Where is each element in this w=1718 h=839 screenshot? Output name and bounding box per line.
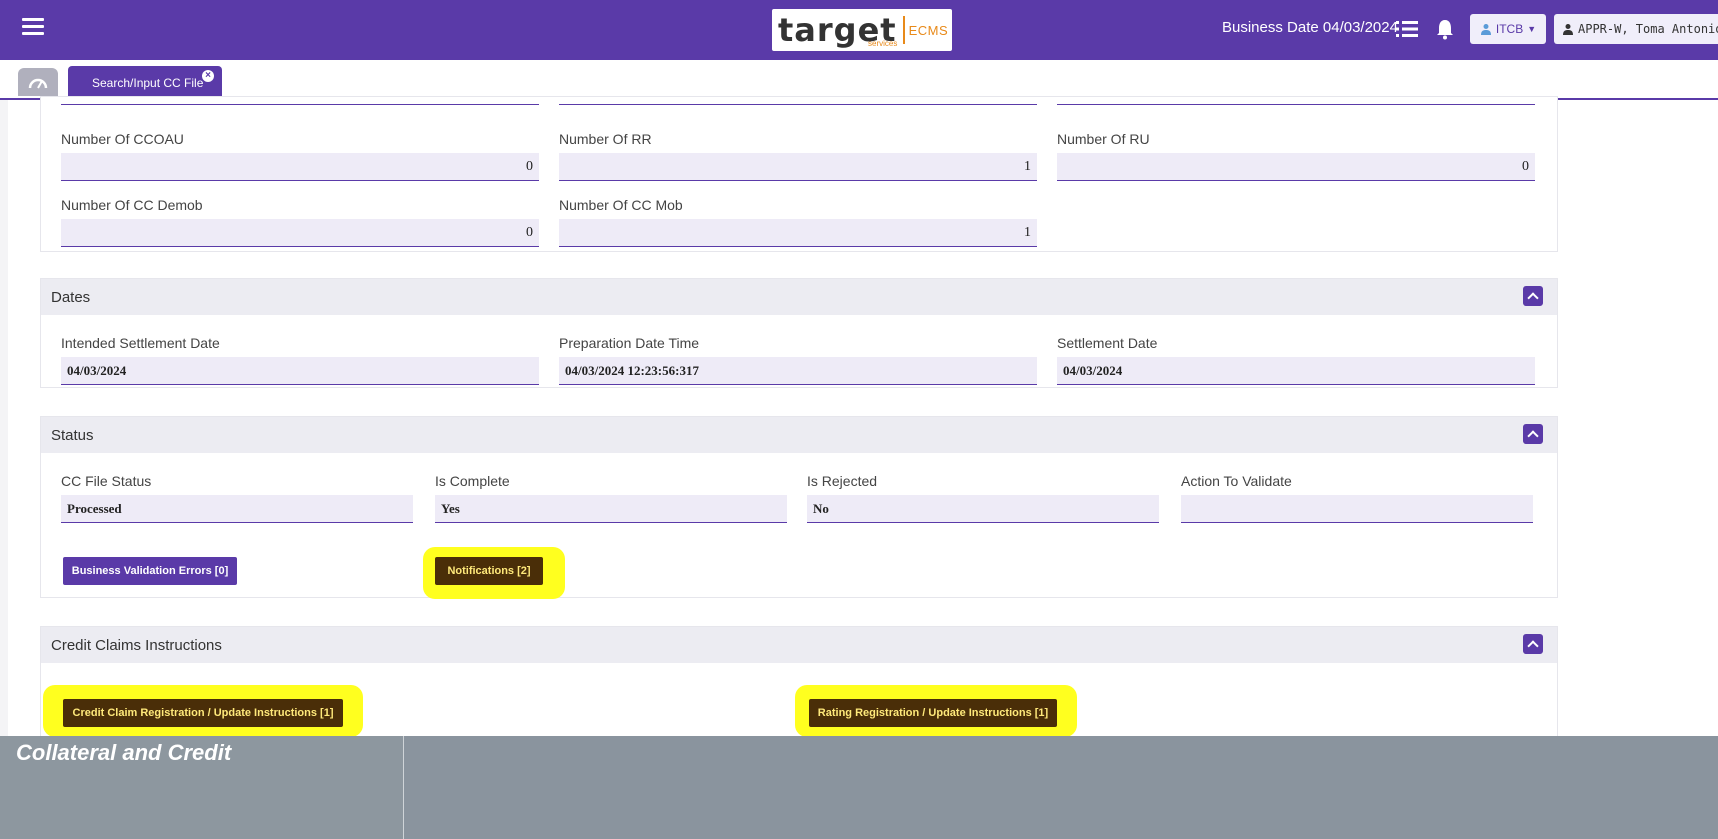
- credit-claims-title: Credit Claims Instructions: [51, 636, 222, 654]
- status-panel: Status CC File Status Processed Is Compl…: [40, 416, 1558, 599]
- left-rail: [0, 100, 8, 736]
- credit-claims-panel: Credit Claims Instructions Credit Claim …: [40, 626, 1558, 738]
- collapse-status-button[interactable]: [1523, 424, 1543, 444]
- close-icon[interactable]: ×: [202, 70, 214, 82]
- input-action-to-validate[interactable]: [1181, 495, 1533, 523]
- input-intended-settlement-date[interactable]: 04/03/2024: [61, 357, 539, 385]
- dashboard-gauge-icon: [28, 78, 48, 89]
- top-field-stub-2: [559, 97, 1037, 105]
- credit-claim-registration-button[interactable]: Credit Claim Registration / Update Instr…: [63, 699, 343, 727]
- label-rr: Number Of RR: [559, 131, 652, 147]
- input-rr[interactable]: 1: [559, 153, 1037, 181]
- top-bar: target services ECMS Business Date 04/03…: [0, 0, 1718, 60]
- hamburger-menu-icon[interactable]: [22, 18, 44, 36]
- input-is-complete[interactable]: Yes: [435, 495, 787, 523]
- input-settlement-date[interactable]: 04/03/2024: [1057, 357, 1535, 385]
- tab-search-input-cc-file[interactable]: Search/Input CC File ×: [68, 66, 222, 100]
- top-field-stub-1: [61, 97, 539, 105]
- field-is-rejected: Is Rejected No: [807, 473, 1159, 523]
- label-preparation-date-time: Preparation Date Time: [559, 335, 700, 351]
- list-icon[interactable]: [1396, 20, 1418, 38]
- bell-icon[interactable]: [1436, 18, 1454, 40]
- dates-panel: Dates Intended Settlement Date 04/03/202…: [40, 278, 1558, 388]
- label-cc-mob: Number Of CC Mob: [559, 197, 683, 213]
- field-action-to-validate: Action To Validate: [1181, 473, 1533, 523]
- input-cc-mob[interactable]: 1: [559, 219, 1037, 247]
- logo-services-text: services: [868, 39, 898, 48]
- status-header: Status: [41, 417, 1557, 453]
- status-title: Status: [51, 426, 94, 444]
- user-icon: [1480, 24, 1491, 35]
- person-icon: [1563, 24, 1573, 35]
- input-preparation-date-time[interactable]: 04/03/2024 12:23:56:317: [559, 357, 1037, 385]
- field-ccoau: Number Of CCOAU 0: [61, 131, 539, 181]
- label-action-to-validate: Action To Validate: [1181, 473, 1292, 489]
- collapse-dates-button[interactable]: [1523, 286, 1543, 306]
- footer-title: Collateral and Credit: [16, 740, 232, 765]
- dates-header: Dates: [41, 279, 1557, 315]
- label-intended-settlement-date: Intended Settlement Date: [61, 335, 220, 351]
- tab-bar: [0, 60, 1718, 100]
- target-ecms-logo: target services ECMS: [772, 9, 952, 51]
- label-is-complete: Is Complete: [435, 473, 510, 489]
- field-is-complete: Is Complete Yes: [435, 473, 787, 523]
- label-is-rejected: Is Rejected: [807, 473, 878, 489]
- input-ru[interactable]: 0: [1057, 153, 1535, 181]
- rating-registration-button[interactable]: Rating Registration / Update Instruction…: [809, 699, 1057, 727]
- label-cc-file-status: CC File Status: [61, 473, 152, 489]
- itcb-label: ITCB: [1495, 22, 1524, 36]
- counts-panel: Number Of CCOAU 0 Number Of RR 1 Number …: [40, 96, 1558, 252]
- field-cc-file-status: CC File Status Processed: [61, 473, 413, 523]
- input-cc-demob[interactable]: 0: [61, 219, 539, 247]
- label-cc-demob: Number Of CC Demob: [61, 197, 203, 213]
- user-label: APPR-W, Toma Antonio: [1578, 22, 1718, 36]
- label-ccoau: Number Of CCOAU: [61, 131, 184, 147]
- label-settlement-date: Settlement Date: [1057, 335, 1158, 351]
- field-preparation-date-time: Preparation Date Time 04/03/2024 12:23:5…: [559, 335, 1037, 385]
- input-is-rejected[interactable]: No: [807, 495, 1159, 523]
- business-validation-errors-button[interactable]: Business Validation Errors [0]: [63, 557, 237, 585]
- input-ccoau[interactable]: 0: [61, 153, 539, 181]
- label-ru: Number Of RU: [1057, 131, 1150, 147]
- field-rr: Number Of RR 1: [559, 131, 1037, 181]
- field-intended-settlement-date: Intended Settlement Date 04/03/2024: [61, 335, 539, 385]
- collapse-credit-claims-button[interactable]: [1523, 634, 1543, 654]
- field-ru: Number Of RU 0: [1057, 131, 1535, 181]
- field-cc-demob: Number Of CC Demob 0: [61, 197, 539, 247]
- input-cc-file-status[interactable]: Processed: [61, 495, 413, 523]
- footer-left-block: Collateral and Credit: [0, 736, 404, 839]
- dates-title: Dates: [51, 288, 91, 306]
- caret-down-icon: ▼: [1527, 24, 1537, 34]
- logo-separator: [902, 16, 905, 44]
- field-cc-mob: Number Of CC Mob 1: [559, 197, 1037, 247]
- notifications-button[interactable]: Notifications [2]: [435, 557, 543, 585]
- business-date: Business Date 04/03/2024: [1222, 19, 1398, 36]
- itcb-dropdown[interactable]: ITCB ▼: [1470, 14, 1546, 44]
- field-settlement-date: Settlement Date 04/03/2024: [1057, 335, 1535, 385]
- footer-banner: Collateral and Credit: [0, 736, 1718, 839]
- credit-claims-header: Credit Claims Instructions: [41, 627, 1557, 663]
- logo-ecms-text: ECMS: [908, 22, 949, 38]
- user-menu[interactable]: APPR-W, Toma Antonio: [1554, 14, 1718, 44]
- tab-label: Search/Input CC File: [92, 76, 204, 90]
- tab-dashboard[interactable]: [18, 68, 58, 96]
- top-field-stub-3: [1057, 97, 1535, 105]
